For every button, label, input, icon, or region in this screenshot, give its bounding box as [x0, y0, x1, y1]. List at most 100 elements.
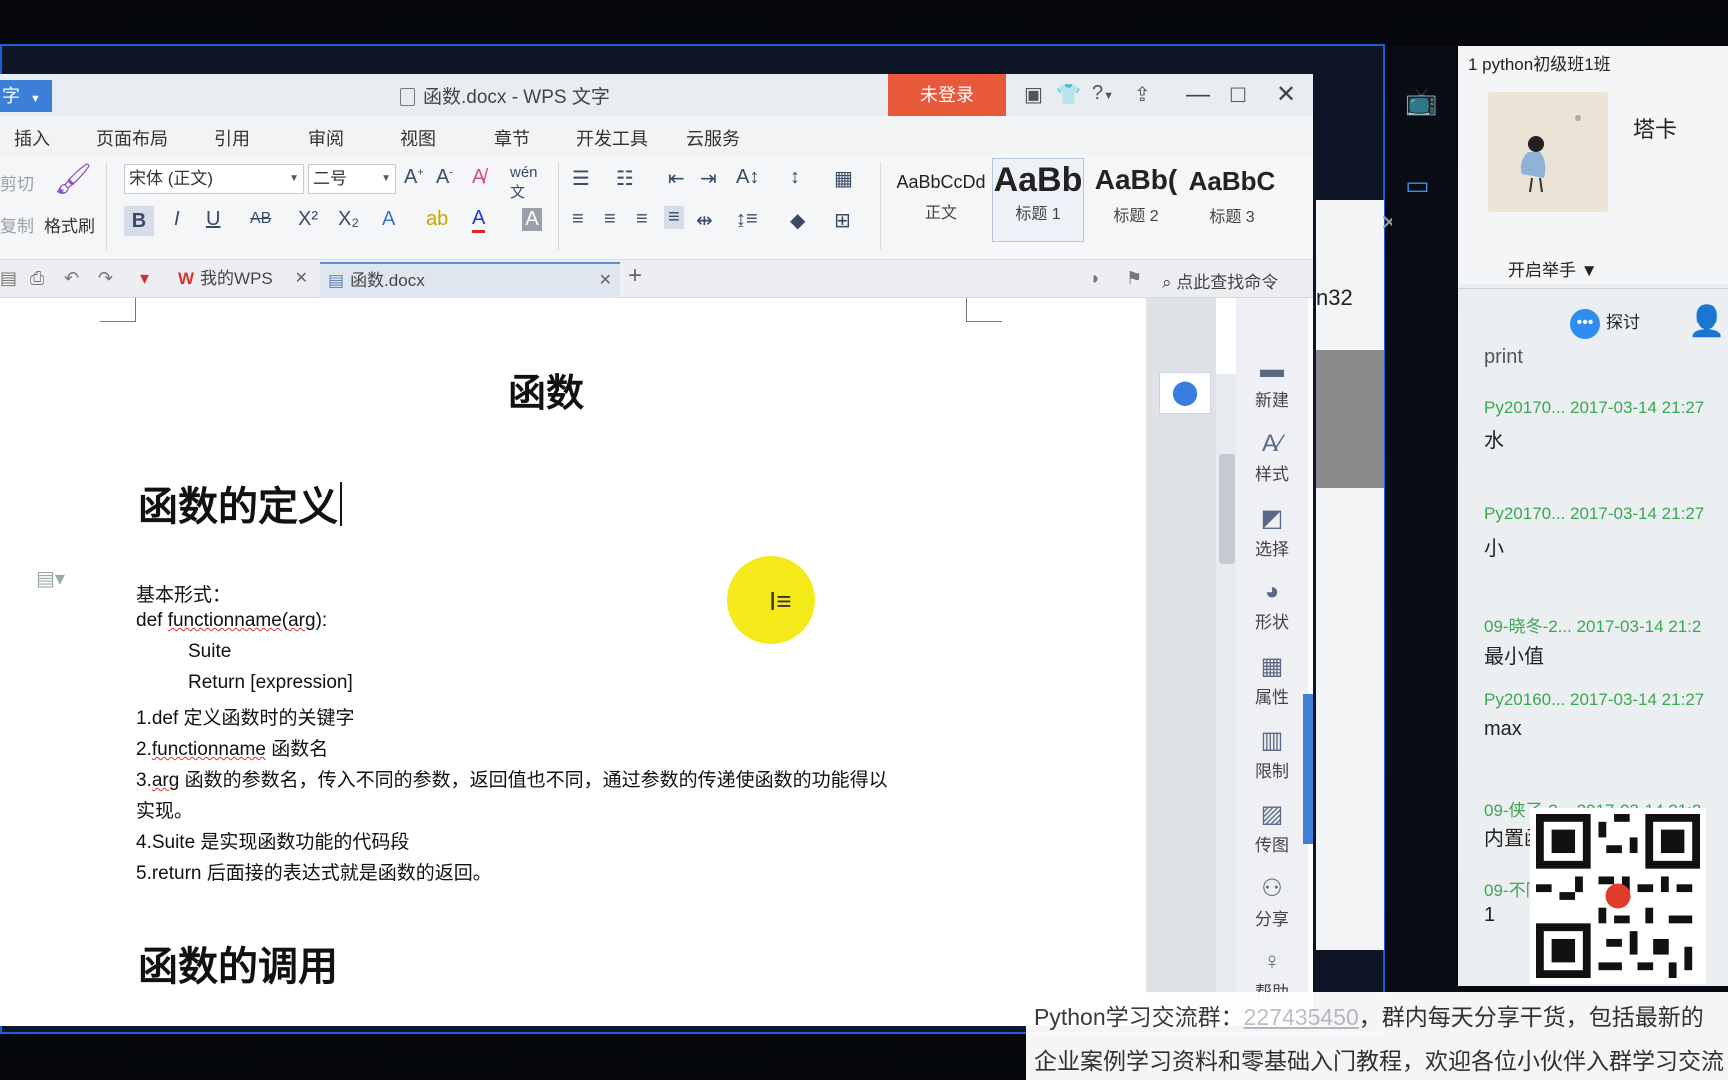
distribute-icon[interactable]: ⇹ [696, 208, 713, 233]
underline-button[interactable]: U [206, 208, 220, 231]
print-preview-icon[interactable]: ⎙ [30, 268, 44, 289]
close-tab-icon[interactable]: ✕ [599, 264, 612, 298]
raise-hand-toggle[interactable]: 开启举手 ▼ [1508, 256, 1598, 281]
clear-format-icon[interactable]: A̸ [472, 166, 485, 189]
taskpane-restrict[interactable]: ▥ 限制 [1236, 726, 1308, 782]
save-icon[interactable]: ▤ [0, 268, 17, 289]
menu-review[interactable]: 审阅 [308, 125, 344, 151]
align-right-icon[interactable]: ≡ [636, 208, 648, 231]
login-button[interactable]: 未登录 [888, 74, 1006, 116]
style-label: 正文 [924, 205, 957, 222]
font-color-icon[interactable]: A [472, 206, 486, 233]
undo-icon[interactable]: ↶ [64, 268, 79, 289]
format-painter-icon[interactable]: 🖌 [54, 162, 92, 197]
justify-icon[interactable]: ≡ [664, 206, 684, 229]
shirt-icon[interactable]: 👕 [1056, 82, 1081, 107]
redo-icon[interactable]: ↷ [98, 268, 113, 289]
tab-my-wps[interactable]: W 我的WPS ✕ [170, 262, 316, 298]
taskpane-style[interactable]: A∕ 样式 [1236, 430, 1308, 485]
customize-toolbar-icon[interactable]: ▾ [140, 268, 149, 289]
scrollbar-thumb[interactable] [1219, 454, 1235, 564]
char-shading-icon[interactable]: A [522, 208, 542, 231]
decrease-indent-icon[interactable]: ⇤ [668, 166, 685, 191]
location-pin-icon[interactable]: ⬤ [1159, 372, 1211, 414]
table-grid-icon[interactable]: ▦ [834, 166, 853, 191]
discuss-tab[interactable]: ••• 探讨 [1570, 308, 1640, 339]
menu-bar: 插入 页面布局 引用 审阅 视图 章节 开发工具 云服务 [0, 116, 1313, 154]
strikethrough-button[interactable]: AB [250, 210, 271, 228]
cut-button[interactable]: 剪切 [0, 170, 34, 195]
increase-indent-icon[interactable]: ⇥ [700, 166, 717, 191]
text-effect-icon[interactable]: A [382, 208, 395, 231]
numbered-list-icon[interactable]: ☷ [616, 166, 634, 191]
shrink-font-icon[interactable]: A- [436, 166, 453, 189]
highlight-icon[interactable]: ab [426, 208, 448, 231]
upload-icon[interactable]: ⇪ [1134, 82, 1151, 107]
document-page[interactable]: 函数 函数的定义 基本形式： def functionname(arg): Su… [0, 298, 1146, 1026]
menu-cloud[interactable]: 云服务 [686, 125, 740, 151]
maximize-button[interactable]: □ [1218, 78, 1258, 112]
subscript-button[interactable]: X₂ [338, 208, 359, 231]
taskpane-collapse-handle[interactable] [1303, 694, 1313, 844]
menu-view[interactable]: 视图 [400, 125, 436, 151]
taskpane-share[interactable]: ⚇ 分享 [1236, 874, 1308, 930]
app-menu-button[interactable]: 字 ▼ [0, 80, 52, 112]
menu-insert[interactable]: 插入 [14, 125, 50, 151]
italic-button[interactable]: I [174, 208, 180, 231]
font-size-select[interactable]: 二号 ▼ [308, 164, 396, 194]
new-tab-button[interactable]: + [628, 262, 642, 290]
format-painter-button[interactable]: 格式刷 [44, 212, 95, 237]
shape-icon: ◕ [1264, 578, 1280, 605]
line-spacing-icon[interactable]: ↨≡ [736, 208, 758, 231]
dock-icon[interactable]: ◗ [1090, 268, 1101, 289]
sort-icon[interactable]: ↕ [790, 166, 800, 189]
skin-icon[interactable]: ▣ [1024, 82, 1043, 107]
font-name-select[interactable]: 宋体 (正文) ▼ [124, 164, 304, 194]
menu-section[interactable]: 章节 [494, 125, 530, 151]
style-label: 标题 1 [1015, 206, 1061, 223]
align-left-icon[interactable]: ≡ [572, 208, 584, 231]
style-heading-2[interactable]: AaBb( 标题 2 [1090, 158, 1182, 242]
tv-icon[interactable]: 📺 [1405, 86, 1437, 117]
style-normal[interactable]: AaBbCcDd 正文 [894, 158, 988, 242]
grow-font-icon[interactable]: A+ [404, 166, 424, 189]
style-preview: AaBb( [1094, 164, 1178, 195]
superscript-button[interactable]: X² [298, 208, 318, 231]
flag-icon[interactable]: ⚑ [1126, 268, 1142, 289]
taskpane-property[interactable]: ▦ 属性 [1236, 652, 1308, 708]
taskpane-send-image[interactable]: ▨ 传图 [1236, 800, 1308, 856]
bold-button[interactable]: B [124, 206, 154, 236]
taskpane-new[interactable]: ▬ 新建 [1236, 356, 1308, 411]
divider [1458, 288, 1728, 289]
copy-button[interactable]: 复制 [0, 212, 34, 237]
tab-document[interactable]: ▤ 函数.docx ✕ [320, 262, 620, 298]
body-text: 4.Suite 是实现函数功能的代码段 [136, 832, 410, 853]
share-icon: ⚇ [1261, 875, 1283, 902]
taskpane-shape[interactable]: ◕ 形状 [1236, 578, 1308, 633]
screen-icon[interactable]: ▭ [1405, 170, 1430, 201]
close-tab-icon[interactable]: ✕ [295, 262, 308, 296]
divider [880, 162, 881, 250]
command-search[interactable]: ⌕ 点此查找命令 [1162, 268, 1278, 293]
menu-page-layout[interactable]: 页面布局 [96, 125, 168, 151]
divider [558, 162, 559, 250]
close-button[interactable]: ✕ [1266, 78, 1306, 112]
style-heading-1[interactable]: AaBb 标题 1 [992, 158, 1084, 242]
group-number[interactable]: 227435450 [1244, 1004, 1359, 1030]
menu-developer[interactable]: 开发工具 [576, 125, 648, 151]
phonetic-icon[interactable]: wén 文 [510, 164, 538, 202]
help-icon[interactable]: ?▼ [1092, 82, 1114, 105]
text-direction-icon[interactable]: A↕ [736, 166, 759, 189]
shading-icon[interactable]: ◆ [790, 208, 805, 233]
minimize-button[interactable]: — [1178, 78, 1218, 112]
paragraph-handle-icon[interactable]: ▤▾ [36, 566, 65, 591]
menu-references[interactable]: 引用 [214, 125, 250, 151]
style-heading-3[interactable]: AaBbC 标题 3 [1186, 158, 1278, 242]
bullet-list-icon[interactable]: ☰ [572, 166, 590, 191]
body-text: 实现。 [136, 801, 194, 822]
person-icon[interactable]: 👤 [1688, 304, 1725, 339]
taskpane-select[interactable]: ◩ 选择 [1236, 504, 1308, 560]
border-icon[interactable]: ⊞ [834, 208, 851, 233]
chat-message-meta: Py20170... 2017-03-14 21:27 [1484, 398, 1705, 417]
align-center-icon[interactable]: ≡ [604, 208, 616, 231]
